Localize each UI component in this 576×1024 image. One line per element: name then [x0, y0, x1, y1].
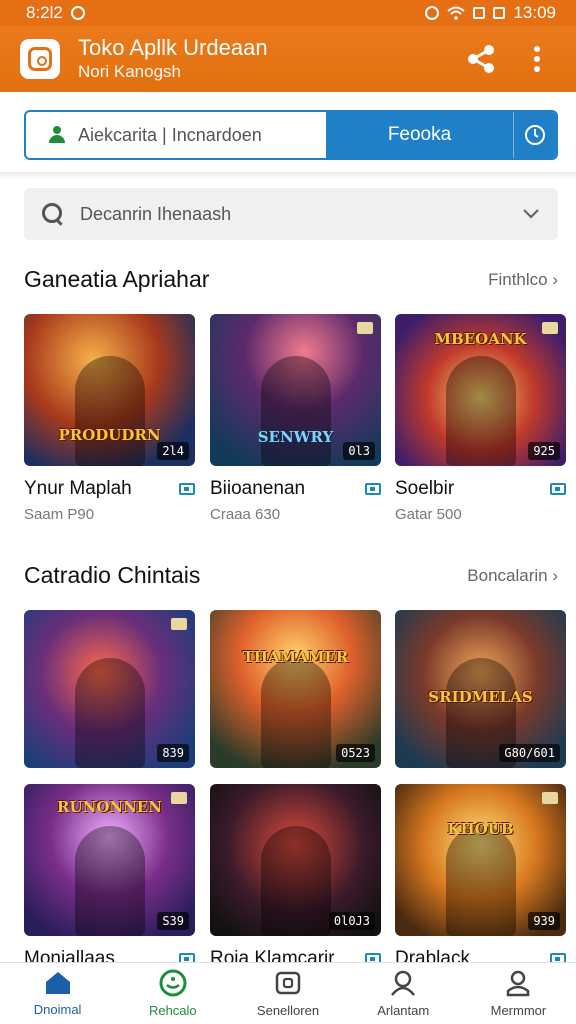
app-thumbnail: KHOUB 939: [395, 784, 566, 936]
thumbnail-logo: RUNONNEN: [57, 798, 162, 816]
divider: [0, 172, 576, 178]
app-card[interactable]: SRIDMELAS G80/601: [395, 610, 566, 768]
app-title: Toko Apllk Urdeaan: [78, 35, 268, 60]
app-card[interactable]: KHOUB 939 Drablack: [395, 784, 566, 970]
see-more-link[interactable]: Finthlco ›: [488, 270, 558, 290]
sync-icon: [473, 7, 486, 19]
app-thumbnail: THAMAMER 0523: [210, 610, 381, 768]
wifi-icon: [447, 6, 466, 20]
chevron-down-icon[interactable]: [522, 208, 540, 220]
rating-badge: 0523: [336, 744, 375, 762]
smile-icon: [159, 969, 187, 997]
rating-badge: 925: [528, 442, 560, 460]
rating-badge: 0l0J3: [328, 912, 375, 930]
status-clock: 13:09: [513, 3, 556, 22]
rating-badge: G80/601: [499, 744, 560, 762]
app-card[interactable]: 0l0J3 Roja Klamcarir: [210, 784, 381, 970]
nav-home[interactable]: Dnoimal: [0, 963, 115, 1024]
app-thumbnail: PRODUDRN 2l4: [24, 314, 195, 466]
app-card[interactable]: 839: [24, 610, 195, 768]
status-time: 8:2l2: [26, 3, 63, 22]
app-meta: Gatar 500: [395, 506, 462, 523]
app-card[interactable]: RUNONNEN S39 Moniallaas: [24, 784, 195, 970]
status-bar: 8:2l2 13:09: [0, 0, 576, 26]
section-title: Catradio Chintais: [24, 562, 201, 588]
app-thumbnail: 0l0J3: [210, 784, 381, 936]
more-vert-icon: [534, 46, 540, 72]
rating-badge: 839: [157, 744, 189, 762]
profile-icon: [507, 970, 530, 997]
account-tab-box: Aiekcarita | Incnardoen Feooka: [24, 110, 558, 160]
history-button[interactable]: [514, 124, 556, 146]
nav-scan[interactable]: Senelloren: [230, 963, 345, 1024]
app-card[interactable]: THAMAMER 0523: [210, 610, 381, 768]
share-icon: [468, 45, 494, 73]
app-thumbnail: SRIDMELAS G80/601: [395, 610, 566, 768]
download-icon[interactable]: [550, 483, 566, 495]
primary-tab-button[interactable]: Feooka: [326, 124, 513, 146]
section-header-2: Catradio Chintais Boncalarin ›: [24, 562, 558, 589]
thumbnail-logo: MBEOANK: [434, 330, 527, 348]
app-card[interactable]: SENWRY 0l3 Biioanenan Craaa 630: [210, 314, 381, 523]
rating-badge: 2l4: [157, 442, 189, 460]
app-bar: Toko Apllk Urdeaan Nori Kanogsh: [0, 26, 576, 92]
nav-label: Arlantam: [377, 1003, 430, 1018]
clock-icon: [525, 125, 545, 145]
alarm-icon: [425, 6, 440, 20]
see-more-link[interactable]: Boncalarin ›: [467, 566, 558, 586]
camera-icon: [275, 971, 301, 995]
nav-label: Rehcalo: [148, 1003, 197, 1018]
account-text: Aiekcarita | Incnardoen: [78, 124, 262, 145]
app-thumbnail: SENWRY 0l3: [210, 314, 381, 466]
rating-badge: 0l3: [343, 442, 375, 460]
nav-account[interactable]: Arlantam: [346, 963, 461, 1024]
app-thumbnail: 839: [24, 610, 195, 768]
thumbnail-logo: SENWRY: [257, 428, 334, 446]
nav-label: Mermmor: [490, 1003, 547, 1018]
app-name: Soelbir: [395, 478, 455, 499]
account-icon: [48, 126, 66, 144]
app-thumbnail: MBEOANK 925: [395, 314, 566, 466]
thumbnail-logo: THAMAMER: [242, 648, 349, 666]
notification-icon: [70, 6, 85, 20]
bottom-navigation: Dnoimal Rehcalo Senelloren Arlantam Merm…: [0, 962, 576, 1024]
download-icon[interactable]: [179, 483, 195, 495]
search-icon: [42, 203, 64, 225]
app-card[interactable]: PRODUDRN 2l4 Ynur Maplah Saam P90: [24, 314, 195, 523]
download-icon[interactable]: [365, 483, 381, 495]
more-options-button[interactable]: [518, 40, 556, 78]
app-name: Biioanenan: [210, 478, 306, 499]
thumbnail-logo: KHOUB: [447, 820, 514, 838]
app-meta: Saam P90: [24, 506, 95, 523]
rating-badge: S39: [157, 912, 189, 930]
battery-icon: [493, 7, 506, 19]
nav-label: Dnoimal: [33, 1002, 82, 1017]
nav-recommend[interactable]: Rehcalo: [115, 963, 230, 1024]
section-title: Ganeatia Apriahar: [24, 266, 210, 292]
app-thumbnail: RUNONNEN S39: [24, 784, 195, 936]
rating-badge: 939: [528, 912, 560, 930]
search-input[interactable]: Decanrin Ihenaash: [80, 204, 522, 225]
thumbnail-logo: SRIDMELAS: [428, 688, 533, 706]
section-header-1: Ganeatia Apriahar Finthlco ›: [24, 266, 558, 293]
nav-label: Senelloren: [256, 1003, 320, 1018]
nav-profile[interactable]: Mermmor: [461, 963, 576, 1024]
home-icon: [45, 972, 70, 994]
app-subtitle: Nori Kanogsh: [78, 62, 182, 81]
share-button[interactable]: [462, 40, 500, 78]
search-bar[interactable]: Decanrin Ihenaash: [24, 188, 558, 240]
app-name: Ynur Maplah: [24, 478, 132, 499]
account-selector[interactable]: Aiekcarita | Incnardoen: [26, 112, 326, 158]
person-icon: [391, 970, 416, 996]
app-logo: [20, 39, 60, 79]
thumbnail-logo: PRODUDRN: [58, 426, 161, 444]
app-meta: Craaa 630: [210, 506, 281, 523]
app-card[interactable]: MBEOANK 925 Soelbir Gatar 500: [395, 314, 566, 523]
